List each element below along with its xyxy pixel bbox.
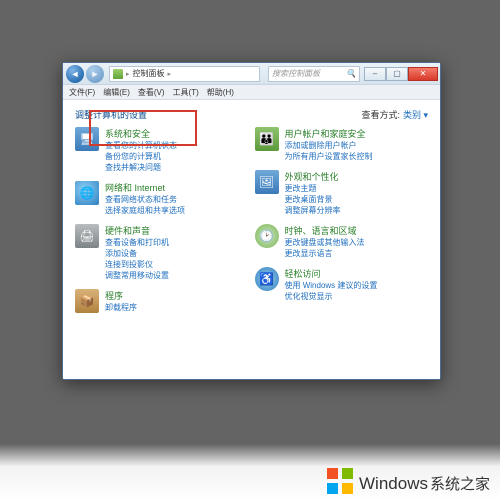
search-icon: 🔍: [346, 69, 356, 78]
appearance-icon: 🖼: [255, 170, 279, 194]
category-ease-access: ♿ 轻松访问 使用 Windows 建议的设置 优化视觉显示: [255, 267, 429, 302]
watermark-text: Windows 系统之家: [359, 473, 490, 494]
menubar: 文件(F) 编辑(E) 查看(V) 工具(T) 帮助(H): [63, 85, 440, 100]
task-link[interactable]: 优化视觉显示: [285, 292, 378, 302]
task-link[interactable]: 选择家庭组和共享选项: [105, 206, 185, 216]
address-bar[interactable]: ▸ 控制面板 ▸: [109, 66, 260, 82]
left-column: 🖥 系统和安全 查看您的计算机状态 备份您的计算机 查找并解决问题 🌐 网络和 …: [75, 127, 249, 375]
system-security-icon: 🖥: [75, 127, 99, 151]
task-link[interactable]: 更改主题: [285, 184, 341, 194]
menu-help[interactable]: 帮助(H): [207, 87, 234, 98]
windows-logo-icon: [327, 468, 353, 494]
window-controls: – ▢ ✕: [364, 67, 438, 81]
category-title[interactable]: 网络和 Internet: [105, 181, 185, 194]
task-link[interactable]: 调整常用移动设置: [105, 271, 169, 281]
task-link[interactable]: 更改键盘或其他输入法: [285, 238, 365, 248]
menu-view[interactable]: 查看(V): [138, 87, 165, 98]
programs-icon: 📦: [75, 289, 99, 313]
category-clock-region: 🕑 时钟、语言和区域 更改键盘或其他输入法 更改显示语言: [255, 224, 429, 259]
category-title[interactable]: 用户帐户和家庭安全: [285, 127, 373, 140]
task-link[interactable]: 查看您的计算机状态: [105, 141, 177, 151]
task-link[interactable]: 卸载程序: [105, 303, 137, 313]
category-hardware: 🖨 硬件和声音 查看设备和打印机 添加设备 连接到投影仪 调整常用移动设置: [75, 224, 249, 281]
search-input[interactable]: 搜索控制面板 🔍: [268, 66, 360, 82]
task-link[interactable]: 添加设备: [105, 249, 169, 259]
task-link[interactable]: 更改桌面背景: [285, 195, 341, 205]
category-title[interactable]: 程序: [105, 289, 137, 302]
category-programs: 📦 程序 卸载程序: [75, 289, 249, 313]
menu-file[interactable]: 文件(F): [69, 87, 95, 98]
clock-region-icon: 🕑: [255, 224, 279, 248]
page-title: 调整计算机的设置: [75, 108, 147, 121]
network-icon: 🌐: [75, 181, 99, 205]
breadcrumb-separator: ▸: [126, 70, 130, 78]
titlebar: ◄ ► ▸ 控制面板 ▸ 搜索控制面板 🔍 – ▢ ✕: [63, 63, 440, 85]
minimize-button[interactable]: –: [364, 67, 386, 81]
task-link[interactable]: 连接到投影仪: [105, 260, 169, 270]
maximize-button[interactable]: ▢: [386, 67, 408, 81]
category-columns: 🖥 系统和安全 查看您的计算机状态 备份您的计算机 查找并解决问题 🌐 网络和 …: [75, 127, 428, 375]
back-button[interactable]: ◄: [66, 65, 84, 83]
task-link[interactable]: 使用 Windows 建议的设置: [285, 281, 378, 291]
breadcrumb-separator: ▸: [168, 70, 172, 78]
category-title[interactable]: 硬件和声音: [105, 224, 169, 237]
view-label: 查看方式:: [361, 108, 400, 121]
task-link[interactable]: 为所有用户设置家长控制: [285, 152, 373, 162]
user-accounts-icon: 👪: [255, 127, 279, 151]
category-system-security: 🖥 系统和安全 查看您的计算机状态 备份您的计算机 查找并解决问题: [75, 127, 249, 173]
content-header: 调整计算机的设置 查看方式: 类别 ▾: [75, 106, 428, 127]
category-title[interactable]: 时钟、语言和区域: [285, 224, 365, 237]
task-link[interactable]: 查看网络状态和任务: [105, 195, 185, 205]
task-link[interactable]: 更改显示语言: [285, 249, 365, 259]
view-mode-dropdown[interactable]: 类别 ▾: [403, 108, 428, 121]
watermark: Windows 系统之家: [0, 444, 500, 500]
task-link[interactable]: 查看设备和打印机: [105, 238, 169, 248]
control-panel-icon: [113, 69, 123, 79]
task-link[interactable]: 查找并解决问题: [105, 163, 177, 173]
right-column: 👪 用户帐户和家庭安全 添加或删除用户帐户 为所有用户设置家长控制 🖼 外观和个…: [255, 127, 429, 375]
content-area: 调整计算机的设置 查看方式: 类别 ▾ 🖥 系统和安全 查看您的计算机状态 备份…: [63, 100, 440, 379]
control-panel-window: ◄ ► ▸ 控制面板 ▸ 搜索控制面板 🔍 – ▢ ✕ 文件(F) 编辑(E) …: [62, 62, 441, 380]
hardware-icon: 🖨: [75, 224, 99, 248]
menu-edit[interactable]: 编辑(E): [103, 87, 130, 98]
close-button[interactable]: ✕: [408, 67, 438, 81]
category-title[interactable]: 外观和个性化: [285, 170, 341, 183]
task-link[interactable]: 添加或删除用户帐户: [285, 141, 373, 151]
ease-access-icon: ♿: [255, 267, 279, 291]
category-title[interactable]: 系统和安全: [105, 127, 177, 140]
task-link[interactable]: 调整屏幕分辨率: [285, 206, 341, 216]
menu-tools[interactable]: 工具(T): [173, 87, 199, 98]
category-appearance: 🖼 外观和个性化 更改主题 更改桌面背景 调整屏幕分辨率: [255, 170, 429, 216]
breadcrumb-text: 控制面板: [133, 68, 165, 79]
category-title[interactable]: 轻松访问: [285, 267, 378, 280]
search-placeholder: 搜索控制面板: [272, 68, 320, 79]
category-user-accounts: 👪 用户帐户和家庭安全 添加或删除用户帐户 为所有用户设置家长控制: [255, 127, 429, 162]
forward-button[interactable]: ►: [86, 65, 104, 83]
category-network: 🌐 网络和 Internet 查看网络状态和任务 选择家庭组和共享选项: [75, 181, 249, 216]
task-link[interactable]: 备份您的计算机: [105, 152, 177, 162]
